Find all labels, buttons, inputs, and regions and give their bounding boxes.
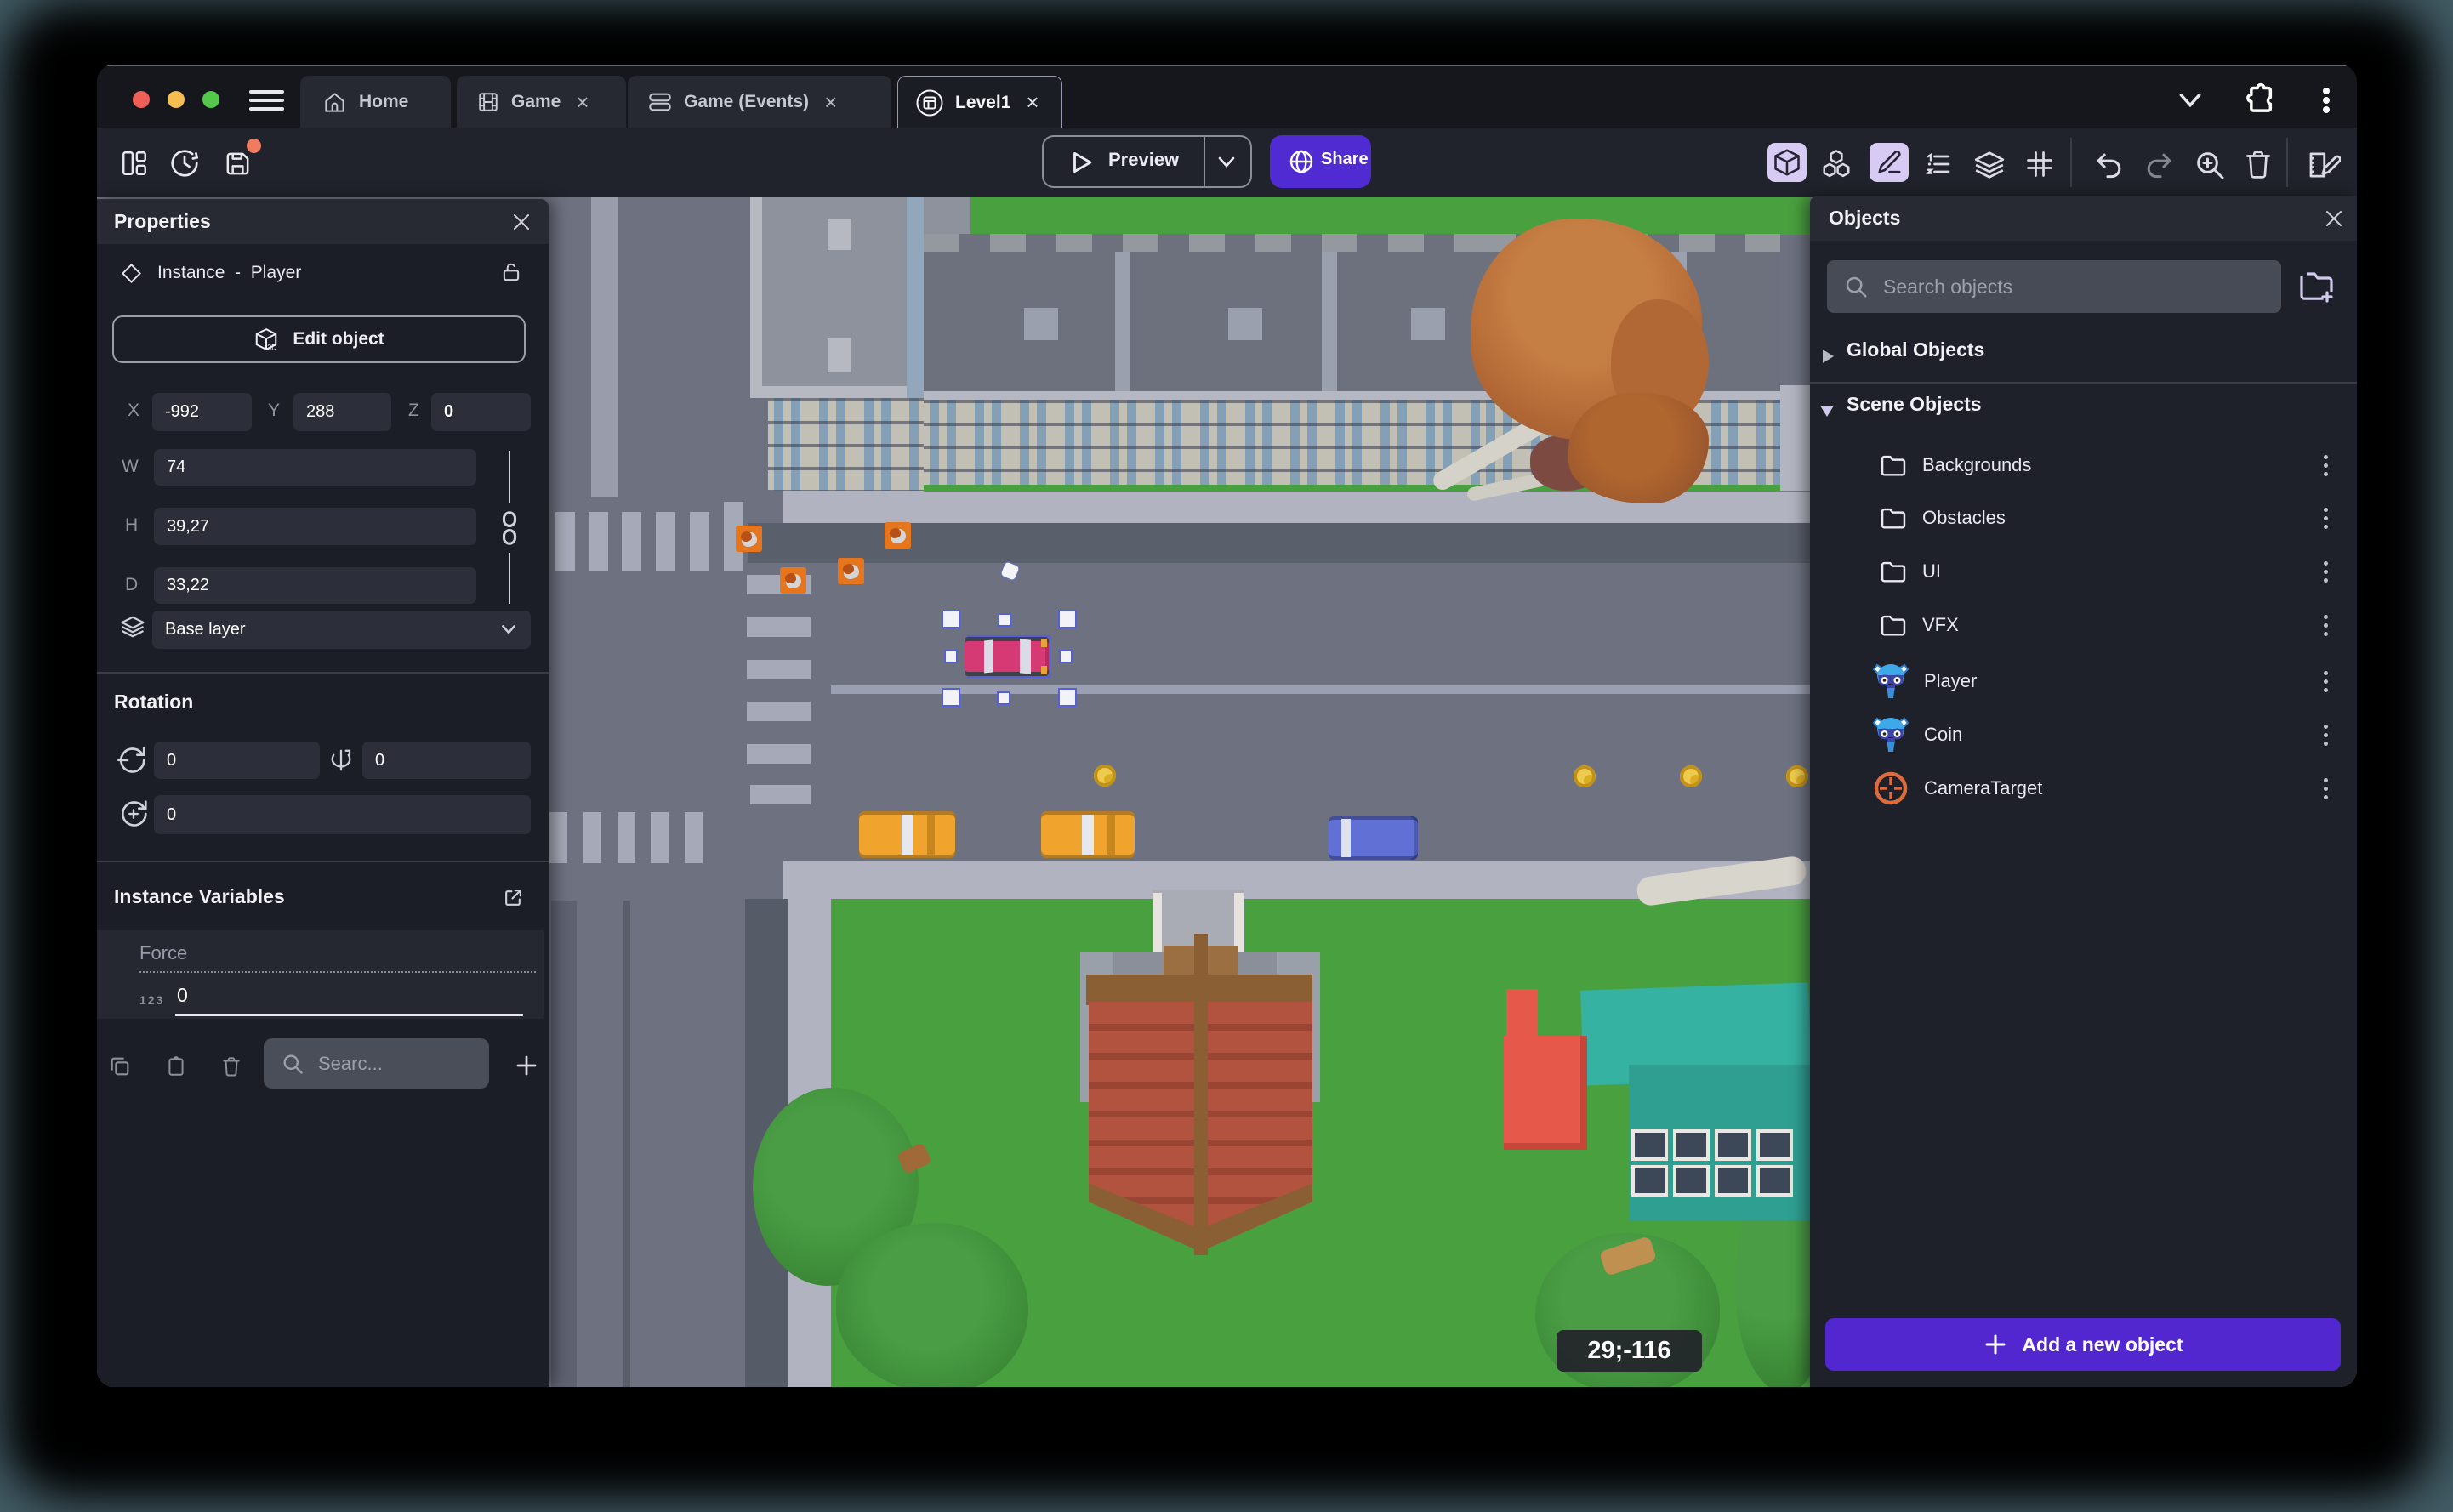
svg-text:3D: 3D	[268, 344, 277, 352]
